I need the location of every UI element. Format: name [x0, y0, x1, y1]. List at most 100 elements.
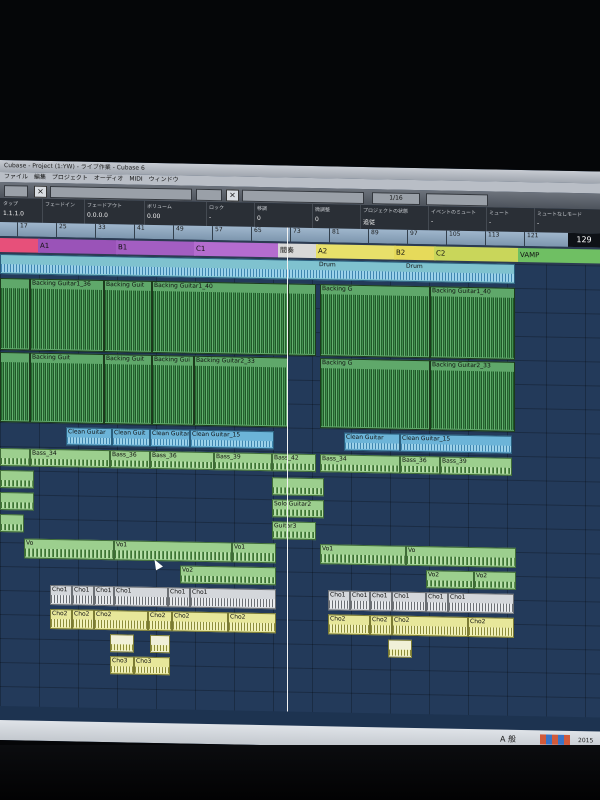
marker-c1[interactable]: C1 [194, 241, 280, 258]
audio-event[interactable]: Cho2 [148, 610, 172, 632]
audio-event[interactable]: Bass_39 [440, 456, 512, 476]
audio-event[interactable]: Clean Guitar [66, 427, 112, 447]
info-field[interactable]: プロジェクトの状態 追従 [360, 204, 429, 231]
audio-event[interactable]: Guitar3 [272, 521, 316, 541]
audio-event[interactable] [0, 492, 34, 511]
marker-interlude[interactable]: 間奏 [278, 243, 318, 259]
audio-event[interactable]: Bass_42 [272, 453, 316, 473]
toolbar-button[interactable] [4, 185, 28, 198]
audio-event[interactable]: Vo1 [114, 540, 232, 563]
audio-event[interactable]: Cho1 [370, 591, 392, 612]
menu-edit[interactable]: 編集 [34, 174, 46, 181]
audio-event[interactable]: Cho2 [328, 614, 370, 636]
tool-button[interactable] [196, 188, 222, 202]
audio-event[interactable]: Backing Guit [30, 352, 104, 424]
audio-event[interactable]: Backing Gui [152, 354, 194, 426]
audio-event[interactable]: Cho1 [72, 585, 94, 606]
info-field[interactable]: ミュート - [486, 207, 535, 233]
info-field[interactable]: フェードアウト 0.0.0.0 [84, 199, 145, 225]
audio-event[interactable]: Cho1 [448, 592, 514, 614]
audio-event[interactable] [272, 477, 324, 497]
audio-event[interactable]: Bass_39 [214, 452, 272, 472]
audio-event[interactable]: Vo1 [232, 542, 276, 564]
info-field[interactable]: イベントのミュート - [428, 206, 487, 232]
info-field[interactable]: ロック - [206, 201, 255, 227]
quantize-select[interactable] [426, 193, 488, 207]
audio-event[interactable]: Cho2 [468, 616, 514, 638]
info-field[interactable]: 微調整 0 [312, 203, 361, 229]
tray-icons[interactable] [540, 734, 570, 745]
audio-event[interactable]: Bass_36 [110, 450, 150, 469]
cross-tool-icon[interactable]: × [226, 189, 239, 202]
marker-b1[interactable]: B1 [116, 240, 196, 256]
audio-event[interactable]: Clean Guitar_15 [400, 433, 512, 454]
audio-event[interactable]: Vo1 [320, 544, 406, 566]
audio-event[interactable]: Backing Guit [104, 353, 152, 425]
marker-b2[interactable]: B2 [394, 245, 436, 261]
snap-value-select[interactable]: 1/16 [372, 192, 420, 206]
info-field[interactable]: タップ 1.1.1.0 [0, 198, 43, 223]
audio-event[interactable]: Vo2 [426, 570, 474, 590]
marker-a1[interactable]: A1 [38, 238, 118, 255]
audio-event[interactable]: Clean Guit [112, 428, 150, 447]
audio-event[interactable]: Clean Guitar_15 [190, 429, 274, 450]
info-field[interactable]: ボリューム 0.00 [144, 200, 207, 226]
audio-event[interactable]: Cho1 [168, 587, 190, 608]
tool-group[interactable] [242, 189, 364, 204]
audio-event[interactable]: Cho1 [190, 587, 276, 610]
audio-event[interactable] [110, 634, 134, 653]
audio-event[interactable]: Cho2 [94, 609, 148, 631]
audio-event[interactable]: Backing Guitar2_33 [194, 355, 288, 428]
marker-a2[interactable]: A2 [316, 244, 396, 260]
audio-event[interactable]: Cho1 [426, 592, 448, 613]
audio-event[interactable]: Backing Guitar1_40 [430, 286, 515, 360]
audio-event[interactable]: Backing Guitar1_36 [30, 278, 104, 352]
audio-event[interactable]: Cho1 [350, 590, 370, 612]
audio-event[interactable]: Cho1 [392, 591, 426, 613]
audio-event[interactable] [0, 514, 24, 533]
audio-event[interactable]: Cho3 [134, 656, 170, 676]
audio-event[interactable] [0, 470, 34, 489]
audio-event[interactable] [288, 283, 316, 357]
audio-event[interactable]: Backing Guitar2_33 [430, 360, 515, 432]
audio-event[interactable]: Bass_36 [400, 455, 440, 475]
audio-event[interactable]: Vo2 [180, 565, 276, 586]
marker-c2[interactable]: C2 [434, 246, 520, 262]
audio-event[interactable]: Cho2 [228, 612, 276, 634]
audio-event[interactable]: Cho1 [328, 590, 350, 611]
audio-event[interactable]: Clean Guitar [150, 428, 190, 448]
audio-event[interactable]: Cho1 [50, 584, 72, 606]
audio-event[interactable]: Cho1 [94, 585, 114, 607]
audio-event[interactable]: Backing G [320, 284, 430, 359]
menu-midi[interactable]: MIDI [129, 175, 142, 182]
audio-event[interactable]: Solo Guitar2 [272, 499, 324, 519]
audio-event[interactable]: Bass_34 [30, 448, 110, 469]
info-field[interactable]: ミュートなしモード - [534, 208, 600, 233]
info-field[interactable]: フェードイン [42, 198, 85, 224]
audio-event[interactable] [150, 634, 170, 654]
playhead-cursor[interactable] [287, 227, 288, 712]
event-display[interactable]: Drum Drum Backing Guitar1_36 Backing Gui… [0, 254, 600, 718]
menu-window[interactable]: ウィンドウ [149, 176, 179, 184]
audio-event[interactable]: Vo [24, 538, 114, 561]
audio-event[interactable]: Cho1 [114, 586, 168, 608]
audio-event[interactable]: Cho2 [172, 611, 228, 633]
audio-event[interactable]: Cho2 [370, 615, 392, 636]
audio-event[interactable] [0, 278, 30, 351]
audio-event[interactable]: Backing Guitar1_40 [152, 280, 288, 356]
audio-event[interactable] [0, 352, 30, 423]
audio-event[interactable] [388, 639, 412, 658]
info-field[interactable]: 移調 0 [254, 202, 313, 229]
marker-intro[interactable] [0, 238, 40, 253]
menu-file[interactable]: ファイル [4, 173, 28, 180]
close-icon[interactable]: × [34, 185, 47, 198]
audio-event[interactable]: Cho2 [50, 608, 72, 630]
audio-event[interactable]: Cho2 [72, 609, 94, 630]
marker-vamp[interactable]: VAMP [518, 247, 600, 264]
audio-event[interactable] [0, 448, 30, 467]
audio-event[interactable]: Cho3 [110, 656, 134, 675]
audio-event[interactable]: Vo [406, 545, 516, 568]
audio-event[interactable]: Cho2 [392, 615, 468, 637]
audio-event[interactable]: Backing G [320, 358, 430, 431]
audio-event[interactable]: Backing Guit [104, 279, 152, 353]
